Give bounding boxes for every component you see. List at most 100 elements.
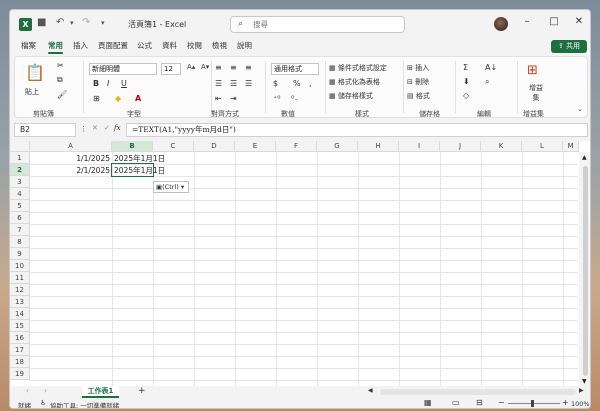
align-bottom-icon[interactable]: ≡: [245, 63, 252, 72]
column-header[interactable]: D: [194, 141, 235, 152]
clear-icon[interactable]: ◇: [463, 91, 469, 100]
horizontal-scrollbar[interactable]: [380, 389, 576, 395]
name-box[interactable]: B2: [14, 123, 76, 137]
sort-filter-icon[interactable]: A↓: [485, 63, 497, 72]
decrease-decimal-icon[interactable]: ⁰₋: [291, 94, 298, 103]
format-cells-button[interactable]: ▤ 格式: [407, 91, 430, 101]
fill-color-icon[interactable]: ◆: [115, 94, 121, 103]
cell-a2[interactable]: 2/1/2025: [32, 165, 110, 177]
page-break-icon[interactable]: ⊟: [476, 398, 483, 407]
zoom-slider[interactable]: [508, 403, 560, 404]
autosum-icon[interactable]: Σ: [463, 63, 468, 72]
collapse-ribbon-icon[interactable]: ⌄: [577, 105, 583, 113]
cell-styles-button[interactable]: ▦ 儲存格樣式: [329, 91, 373, 101]
copy-icon[interactable]: ⧉: [57, 75, 63, 85]
row-header[interactable]: 4: [10, 188, 30, 200]
percent-icon[interactable]: %: [293, 79, 301, 88]
cell-a1[interactable]: 1/1/2025: [32, 153, 110, 165]
conditional-formatting-button[interactable]: ▦ 條件式格式設定: [329, 63, 387, 73]
autosave-icon[interactable]: ■: [37, 17, 46, 28]
column-header[interactable]: L: [522, 141, 563, 152]
sheet-tab[interactable]: 工作表1: [82, 386, 119, 398]
minimize-icon[interactable]: –: [518, 16, 536, 27]
currency-icon[interactable]: $: [273, 79, 278, 88]
formula-input[interactable]: =TEXT(A1,"yyyy年m月d日"): [126, 123, 588, 137]
fx-icon[interactable]: fx: [114, 124, 121, 132]
formula-options-icon[interactable]: ⋮: [80, 125, 87, 133]
row-header[interactable]: 19: [10, 368, 30, 380]
insert-cells-button[interactable]: ⊞ 插入: [407, 63, 429, 73]
number-format-combo[interactable]: 通用格式: [271, 63, 319, 75]
scroll-up-icon[interactable]: ▲: [582, 154, 587, 161]
row-header[interactable]: 11: [10, 272, 30, 284]
search-input[interactable]: [253, 19, 393, 30]
tab-insert[interactable]: 插入: [73, 40, 88, 51]
align-center-icon[interactable]: ☰: [230, 79, 237, 88]
zoom-slider-thumb[interactable]: [531, 400, 534, 407]
align-top-icon[interactable]: ≡: [215, 63, 222, 72]
tab-file[interactable]: 檔案: [21, 40, 36, 51]
prev-sheet-icon[interactable]: ‹: [26, 387, 29, 395]
undo-icon[interactable]: ↶: [56, 17, 64, 28]
row-header[interactable]: 10: [10, 260, 30, 272]
scroll-left-icon[interactable]: ◀: [368, 387, 373, 394]
borders-icon[interactable]: ⊞: [93, 94, 100, 103]
underline-button[interactable]: U: [121, 79, 127, 88]
undo-dropdown-icon[interactable]: ▾: [70, 19, 74, 27]
column-header[interactable]: A: [30, 141, 112, 152]
column-header[interactable]: F: [276, 141, 317, 152]
tab-data[interactable]: 資料: [162, 40, 177, 51]
column-header[interactable]: H: [358, 141, 399, 152]
format-as-table-button[interactable]: ▦ 格式化為表格: [329, 77, 380, 87]
tab-help[interactable]: 說明: [237, 40, 252, 51]
row-header[interactable]: 15: [10, 320, 30, 332]
row-header[interactable]: 5: [10, 200, 30, 212]
avatar[interactable]: [494, 17, 508, 31]
tab-home[interactable]: 常用: [48, 40, 63, 54]
vertical-scrollbar[interactable]: ▲ ▼: [579, 152, 590, 386]
row-header[interactable]: 16: [10, 332, 30, 344]
enter-icon[interactable]: ✓: [104, 124, 110, 132]
cut-icon[interactable]: ✂: [57, 61, 64, 70]
row-header[interactable]: 7: [10, 224, 30, 236]
tab-page-layout[interactable]: 頁面配置: [98, 40, 128, 51]
scroll-down-icon[interactable]: ▼: [582, 378, 587, 385]
row-header[interactable]: 9: [10, 248, 30, 260]
align-left-icon[interactable]: ☰: [215, 79, 222, 88]
row-header[interactable]: 13: [10, 296, 30, 308]
format-painter-icon[interactable]: 🖌: [57, 90, 67, 99]
increase-font-icon[interactable]: A▴: [187, 63, 195, 71]
share-button[interactable]: ⇪ 共用: [551, 40, 587, 53]
find-select-icon[interactable]: ⌕: [485, 77, 489, 87]
normal-view-icon[interactable]: ▦: [424, 398, 432, 407]
next-sheet-icon[interactable]: ›: [44, 387, 47, 395]
indent-icon[interactable]: ⇤: [215, 94, 222, 103]
accessibility-status[interactable]: 協助工具: 一切準備就緒: [50, 400, 119, 408]
delete-cells-button[interactable]: ⊟ 刪除: [407, 77, 429, 87]
zoom-level[interactable]: 100%: [571, 400, 590, 408]
scroll-thumb[interactable]: [583, 166, 588, 376]
row-header[interactable]: 14: [10, 308, 30, 320]
add-sheet-icon[interactable]: +: [138, 386, 146, 396]
align-middle-icon[interactable]: ≡: [230, 63, 237, 72]
column-header[interactable]: B: [112, 141, 153, 152]
decrease-font-icon[interactable]: A▾: [201, 63, 209, 71]
fill-icon[interactable]: ⬇: [463, 77, 470, 86]
redo-icon[interactable]: ↷: [82, 17, 90, 28]
italic-button[interactable]: I: [107, 79, 109, 88]
row-header[interactable]: 2: [10, 164, 30, 176]
page-layout-icon[interactable]: ▭: [452, 398, 460, 407]
outdent-icon[interactable]: ⇥: [230, 94, 237, 103]
row-header[interactable]: 17: [10, 344, 30, 356]
row-header[interactable]: 12: [10, 284, 30, 296]
comma-icon[interactable]: ,: [309, 79, 312, 88]
row-header[interactable]: 1: [10, 152, 30, 164]
tab-review[interactable]: 校閱: [187, 40, 202, 51]
row-header[interactable]: 6: [10, 212, 30, 224]
font-size-combo[interactable]: 12: [161, 63, 181, 75]
cancel-icon[interactable]: ✕: [92, 124, 98, 132]
row-header[interactable]: 18: [10, 356, 30, 368]
customize-quick-access-icon[interactable]: ▾: [101, 19, 105, 27]
column-header[interactable]: M: [563, 141, 579, 152]
addins-icon[interactable]: ⊞: [527, 63, 538, 78]
